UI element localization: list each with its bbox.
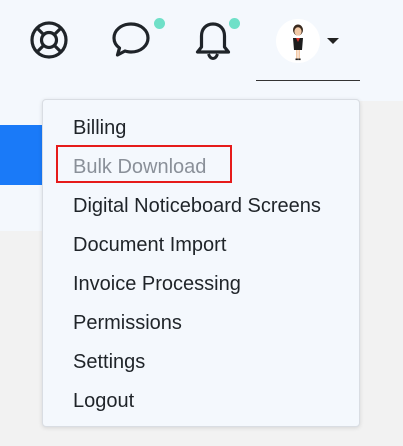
notifications-button[interactable]: [192, 19, 234, 61]
messages-button[interactable]: [110, 19, 152, 61]
chat-bubble-icon: [110, 19, 152, 61]
notifications-dot: [229, 18, 240, 29]
menu-item-billing[interactable]: Billing: [73, 115, 126, 141]
primary-action-strip[interactable]: [0, 125, 43, 185]
menu-item-permissions[interactable]: Permissions: [73, 310, 182, 336]
messages-notification-dot: [154, 18, 165, 29]
bell-icon: [192, 19, 234, 61]
menu-item-logout[interactable]: Logout: [73, 388, 134, 414]
menu-item-settings[interactable]: Settings: [73, 349, 145, 375]
lifebuoy-icon: [28, 19, 70, 61]
menu-item-invoice-processing[interactable]: Invoice Processing: [73, 271, 241, 297]
help-button[interactable]: [28, 19, 70, 61]
user-avatar[interactable]: [276, 19, 320, 63]
menu-item-document-import[interactable]: Document Import: [73, 232, 226, 258]
menu-item-digital-noticeboard-screens[interactable]: Digital Noticeboard Screens: [73, 193, 321, 219]
highlight-annotation-box: [56, 145, 232, 183]
chevron-down-icon[interactable]: [327, 38, 339, 44]
user-menu-underline: [256, 80, 360, 81]
